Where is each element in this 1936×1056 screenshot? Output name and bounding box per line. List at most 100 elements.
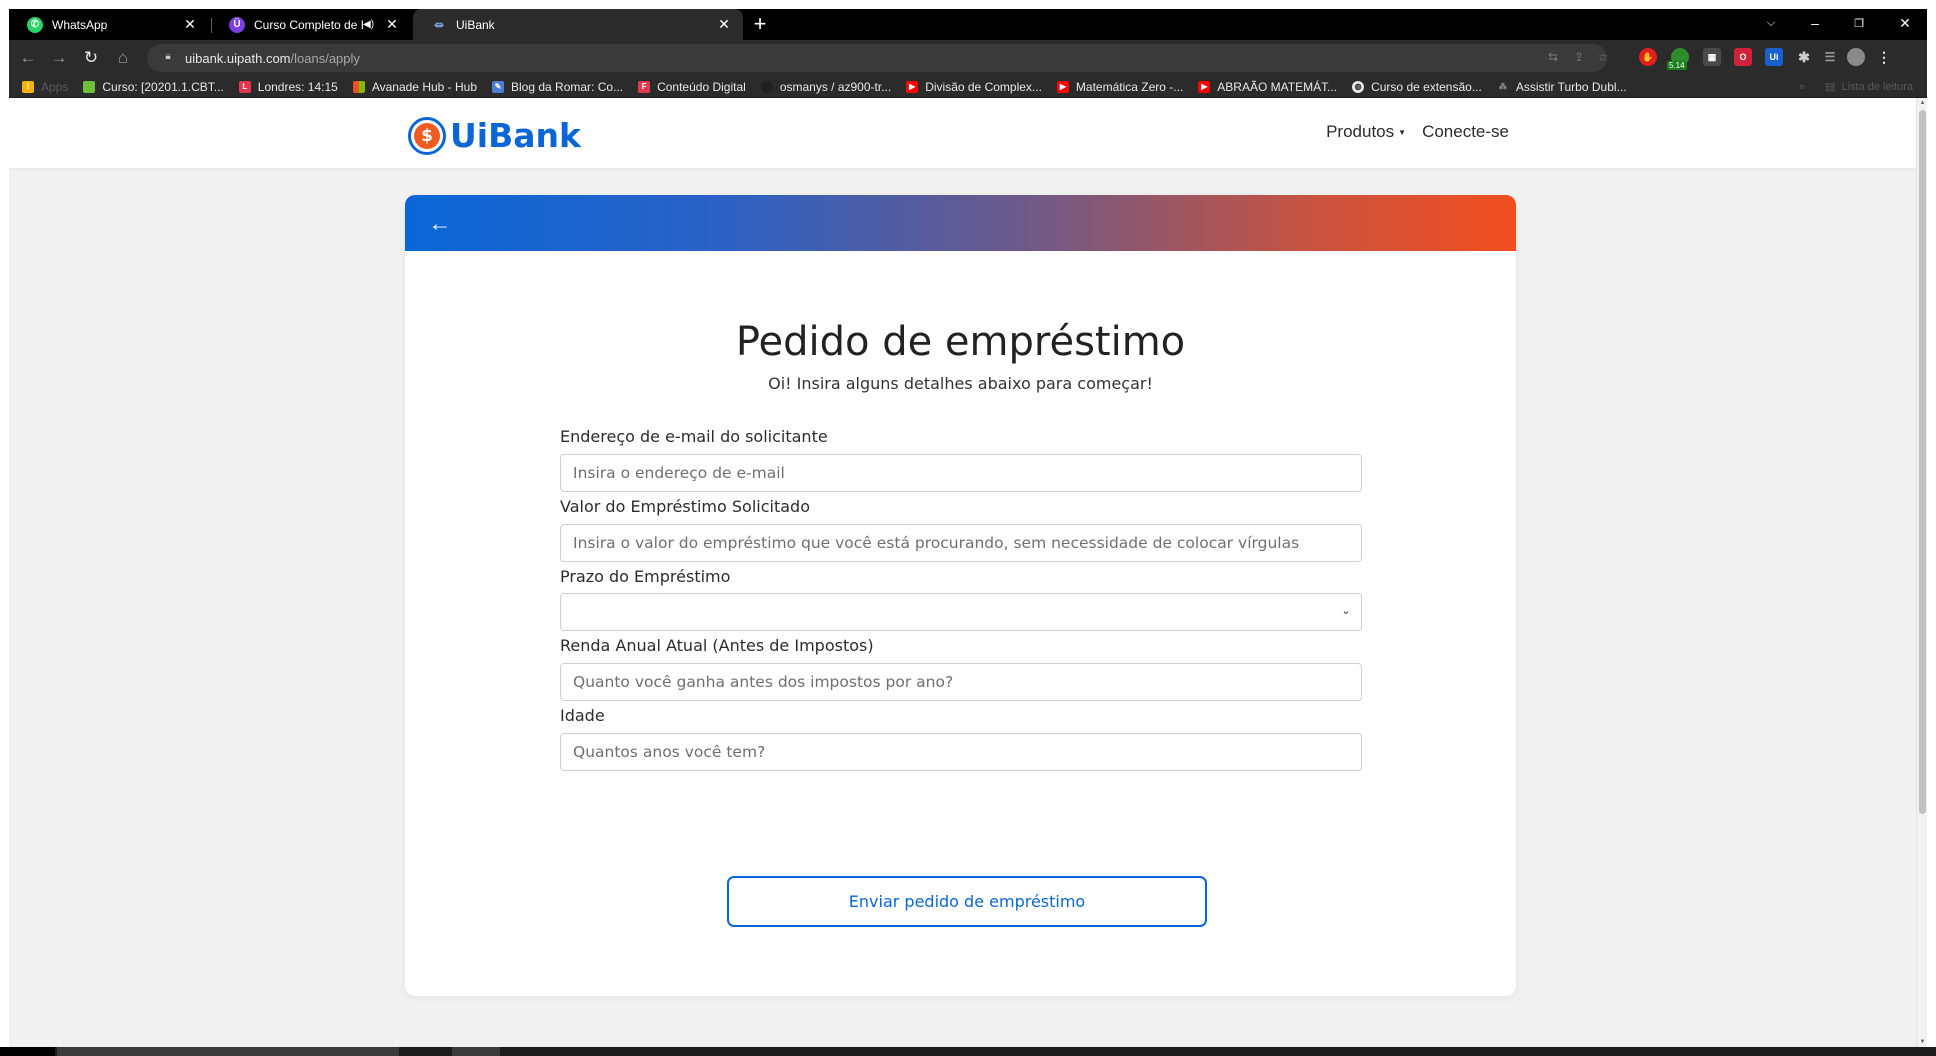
address-url: uibank.uipath.com/loans/apply bbox=[185, 51, 360, 66]
loan-term-select[interactable]: ⌄ bbox=[560, 593, 1362, 631]
address-bar[interactable]: 🔒︎ uibank.uipath.com/loans/apply ⇆ ⇪ ☆ bbox=[147, 44, 1608, 72]
scroll-up-icon[interactable]: ▲ bbox=[1917, 100, 1927, 106]
reading-list-label[interactable]: Lista de leitura bbox=[1841, 81, 1913, 93]
extension-ui-icon[interactable]: Ui bbox=[1765, 48, 1783, 66]
bookmark-star-icon[interactable]: ☆ bbox=[1595, 50, 1611, 66]
windows-icon bbox=[352, 80, 365, 93]
bookmark-item[interactable]: osmanys / az900-tr... bbox=[760, 80, 891, 94]
browser-toolbar: ← → ↻ ⌂ 🔒︎ uibank.uipath.com/loans/apply… bbox=[9, 40, 1927, 76]
youtube-icon: ▶ bbox=[1056, 80, 1069, 93]
bookmarks-overflow[interactable]: » ▤ Lista de leitura bbox=[1799, 80, 1913, 94]
bookmark-item[interactable]: F Conteúdo Digital bbox=[638, 80, 746, 94]
restore-button[interactable]: ❐ bbox=[1849, 17, 1869, 30]
tab-search-icon[interactable]: ⌵ bbox=[1761, 17, 1781, 30]
tab-title: Curso Completo de Desenvo bbox=[254, 17, 363, 32]
new-tab-button[interactable]: + bbox=[748, 13, 772, 37]
menu-kebab-icon[interactable]: ⋮ bbox=[1875, 48, 1893, 66]
uibank-logo[interactable]: $ UiBank bbox=[408, 116, 581, 155]
bookmark-label: ABRAÃO MATEMÁT... bbox=[1217, 79, 1338, 94]
apps-grid-icon: ⁞ bbox=[22, 80, 34, 93]
screen: ✆ WhatsApp ✕ Ü Curso Completo de Desenvo… bbox=[0, 0, 1936, 1056]
nav-connect[interactable]: Conecte-se bbox=[1422, 122, 1509, 142]
bookmark-item[interactable]: ◍ Curso de extensão... bbox=[1352, 80, 1482, 94]
email-field[interactable] bbox=[560, 454, 1362, 492]
back-icon[interactable]: ← bbox=[18, 48, 38, 68]
bookmark-item[interactable]: ✎ Blog da Romar: Co... bbox=[492, 80, 623, 94]
bookmark-label: Apps bbox=[41, 79, 69, 94]
forward-icon[interactable]: → bbox=[49, 48, 69, 68]
bookmark-label: Curso: [20201.1.CBT... bbox=[102, 79, 224, 94]
tab-title: UiBank bbox=[456, 17, 495, 32]
lock-icon: 🔒︎ bbox=[165, 51, 171, 62]
coin-icon: $ bbox=[408, 116, 446, 155]
tab-strip: ✆ WhatsApp ✕ Ü Curso Completo de Desenvo… bbox=[9, 9, 1927, 40]
close-window-button[interactable]: ✕ bbox=[1895, 15, 1915, 32]
share-icon[interactable]: ⇪ bbox=[1571, 50, 1587, 66]
bookmark-label: Assistir Turbo Dubl... bbox=[1515, 79, 1627, 94]
bookmark-apps[interactable]: ⁞ Apps bbox=[22, 80, 68, 94]
home-icon[interactable]: ⌂ bbox=[113, 48, 133, 68]
course-icon: Ü bbox=[229, 16, 245, 33]
bookmark-item[interactable]: ▶ ABRAÃO MATEMÁT... bbox=[1198, 80, 1337, 94]
bookmark-item[interactable]: Curso: [20201.1.CBT... bbox=[83, 79, 224, 94]
extensions-puzzle-icon[interactable]: ✱ bbox=[1795, 48, 1813, 66]
tab-course[interactable]: Ü Curso Completo de Desenvo ◀) ✕ bbox=[211, 9, 411, 40]
bookmark-icon-green bbox=[83, 80, 96, 93]
scrollbar-thumb[interactable] bbox=[1919, 110, 1926, 814]
close-tab-icon[interactable]: ✕ bbox=[383, 16, 401, 33]
bookmark-label: Londres: 14:15 bbox=[257, 79, 338, 94]
bookmark-item[interactable]: Avanade Hub - Hub bbox=[352, 80, 477, 94]
loan-form-card: ← Pedido de empréstimo Oi! Insira alguns… bbox=[405, 195, 1516, 996]
speaker-icon[interactable]: ◀) bbox=[363, 19, 377, 30]
extension-badge: 5.14 bbox=[1667, 61, 1687, 70]
back-arrow-icon[interactable]: ← bbox=[425, 208, 455, 238]
bookmarks-bar: ⁞ Apps Curso: [20201.1.CBT... L Londres: 1… bbox=[9, 76, 1927, 98]
bookmark-label: Divisão de Complex... bbox=[925, 79, 1042, 94]
url-host: uibank.uipath.com bbox=[185, 50, 291, 66]
bookmark-item[interactable]: ▶ Divisão de Complex... bbox=[906, 80, 1042, 94]
taskbar-app[interactable] bbox=[452, 1047, 500, 1056]
bookmark-icon-l: L bbox=[238, 80, 251, 93]
extension-red-icon[interactable]: ✋ bbox=[1639, 48, 1657, 66]
taskbar-search[interactable] bbox=[57, 1047, 399, 1056]
extension-o-icon[interactable]: O bbox=[1734, 48, 1752, 66]
bookmark-icon-pen: ✎ bbox=[492, 80, 505, 93]
bookmark-item[interactable]: L Londres: 14:15 bbox=[238, 79, 338, 94]
close-tab-icon[interactable]: ✕ bbox=[181, 16, 199, 33]
bookmark-label: Matemática Zero -... bbox=[1075, 79, 1184, 94]
bookmark-icon-tv: ⁂ bbox=[1498, 81, 1507, 91]
url-path: /loans/apply bbox=[290, 50, 360, 66]
age-field[interactable] bbox=[560, 733, 1362, 771]
loan-amount-field[interactable] bbox=[560, 524, 1362, 562]
bookmark-item[interactable]: ⁂ Assistir Turbo Dubl... bbox=[1497, 80, 1627, 94]
bookmark-label: Blog da Romar: Co... bbox=[511, 79, 624, 94]
extension-gray-icon[interactable]: ▦ bbox=[1703, 48, 1721, 66]
bookmark-label: Conteúdo Digital bbox=[657, 79, 746, 94]
github-icon bbox=[760, 80, 773, 93]
taskbar bbox=[0, 1047, 1936, 1056]
reading-list-icon[interactable]: ☰ bbox=[1821, 48, 1839, 66]
bookmark-item[interactable]: ▶ Matemática Zero -... bbox=[1056, 79, 1184, 94]
chevron-down-icon: ⌄ bbox=[1341, 605, 1351, 617]
site-nav: Produtos ▼ Conecte-se bbox=[1326, 122, 1509, 142]
dollar-icon: $ bbox=[414, 122, 440, 149]
close-tab-icon[interactable]: ✕ bbox=[715, 16, 733, 33]
translate-icon[interactable]: ⇆ bbox=[1545, 50, 1561, 66]
minimize-button[interactable]: – bbox=[1805, 15, 1825, 31]
page-scrollbar[interactable]: ▲ ▼ bbox=[1916, 98, 1927, 1047]
scroll-down-icon[interactable]: ▼ bbox=[1917, 1039, 1927, 1045]
logo-text: UiBank bbox=[450, 116, 581, 155]
income-field[interactable] bbox=[560, 663, 1362, 701]
tab-whatsapp[interactable]: ✆ WhatsApp ✕ bbox=[9, 9, 209, 40]
profile-avatar[interactable] bbox=[1847, 48, 1865, 66]
bookmark-label: Curso de extensão... bbox=[1371, 79, 1482, 94]
taskbar-start[interactable] bbox=[0, 1047, 55, 1056]
reload-icon[interactable]: ↻ bbox=[81, 48, 101, 68]
chevron-right-double-icon[interactable]: » bbox=[1799, 81, 1805, 93]
submit-loan-button[interactable]: Enviar pedido de empréstimo bbox=[727, 876, 1207, 927]
card-header-gradient: ← bbox=[405, 195, 1516, 251]
caret-down-icon[interactable]: ▼ bbox=[1398, 128, 1406, 137]
tab-uibank[interactable]: ⏛ UiBank ✕ bbox=[413, 9, 743, 40]
nav-products[interactable]: Produtos bbox=[1326, 122, 1394, 142]
amount-label: Valor do Empréstimo Solicitado bbox=[560, 497, 810, 516]
